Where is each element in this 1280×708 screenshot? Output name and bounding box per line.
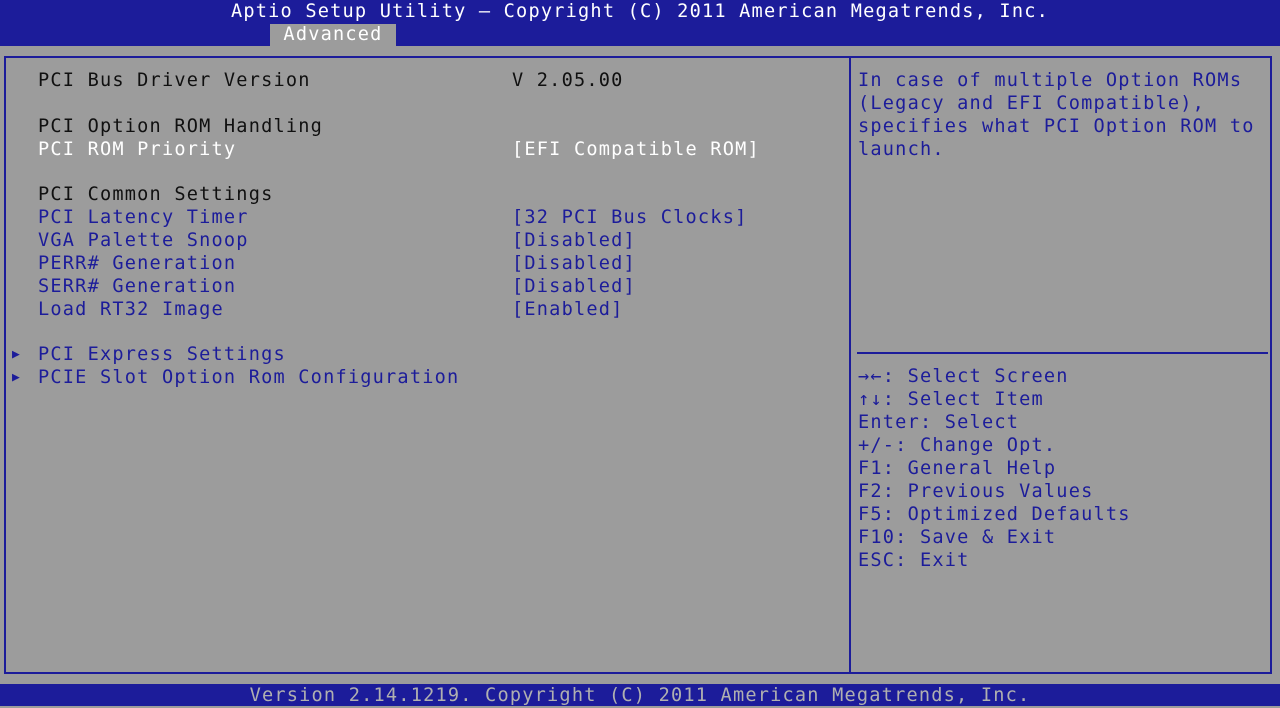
bus-driver-value: V 2.05.00 (512, 70, 624, 91)
header-bar: Aptio Setup Utility – Copyright (C) 2011… (0, 0, 1280, 46)
key-f2: F2: Previous Values (858, 481, 1094, 502)
rom-priority-row[interactable]: PCI ROM Priority [EFI Compatible ROM] (0, 138, 848, 161)
common-settings-heading: PCI Common Settings (38, 184, 274, 205)
app-title: Aptio Setup Utility – Copyright (C) 2011… (230, 1, 1050, 22)
serr-value[interactable]: [Disabled] (512, 275, 636, 298)
rom-handling-heading: PCI Option ROM Handling (38, 116, 324, 137)
vga-palette-value[interactable]: [Disabled] (512, 229, 636, 252)
latency-timer-value[interactable]: [32 PCI Bus Clocks] (512, 206, 748, 229)
triangle-right-icon: ▶ (12, 370, 22, 385)
key-f10: F10: Save & Exit (858, 527, 1057, 548)
rt32-label: Load RT32 Image (38, 299, 224, 320)
help-divider (857, 352, 1268, 354)
perr-value[interactable]: [Disabled] (512, 252, 636, 275)
triangle-right-icon: ▶ (12, 347, 22, 362)
rt32-row[interactable]: Load RT32 Image [Enabled] (0, 298, 848, 321)
common-heading-row: PCI Common Settings (0, 183, 848, 206)
serr-row[interactable]: SERR# Generation [Disabled] (0, 275, 848, 298)
perr-row[interactable]: PERR# Generation [Disabled] (0, 252, 848, 275)
rom-priority-label: PCI ROM Priority (38, 139, 237, 160)
rom-handling-heading-row: PCI Option ROM Handling (0, 115, 848, 138)
rt32-value[interactable]: [Enabled] (512, 298, 624, 321)
key-esc: ESC: Exit (858, 550, 970, 571)
latency-row[interactable]: PCI Latency Timer [32 PCI Bus Clocks] (0, 206, 848, 229)
tab-advanced[interactable]: Advanced (270, 24, 396, 46)
rom-priority-value[interactable]: [EFI Compatible ROM] (512, 138, 760, 161)
bus-driver-label: PCI Bus Driver Version (38, 70, 311, 91)
perr-label: PERR# Generation (38, 253, 237, 274)
key-enter: Enter: Select (858, 412, 1020, 433)
vga-row[interactable]: VGA Palette Snoop [Disabled] (0, 229, 848, 252)
submenu-pci-express[interactable]: ▶ PCI Express Settings (0, 343, 848, 366)
vga-palette-label: VGA Palette Snoop (38, 230, 249, 251)
bus-driver-row: PCI Bus Driver Version V 2.05.00 (0, 69, 848, 92)
key-f5: F5: Optimized Defaults (858, 504, 1131, 525)
key-select-item: ↑↓: Select Item (858, 389, 1044, 410)
vertical-divider (849, 56, 851, 674)
pcie-slot-label: PCIE Slot Option Rom Configuration (38, 367, 460, 388)
help-text: In case of multiple Option ROMs (Legacy … (858, 70, 1268, 160)
pci-express-label: PCI Express Settings (38, 344, 286, 365)
latency-timer-label: PCI Latency Timer (38, 207, 249, 228)
submenu-pcie-slot[interactable]: ▶ PCIE Slot Option Rom Configuration (0, 366, 848, 389)
key-change-opt: +/-: Change Opt. (858, 435, 1057, 456)
key-select-screen: →←: Select Screen (858, 366, 1069, 387)
key-f1: F1: General Help (858, 458, 1057, 479)
key-legend: →←: Select Screen ↑↓: Select Item Enter:… (858, 365, 1131, 572)
serr-label: SERR# Generation (38, 276, 237, 297)
footer-bar: Version 2.14.1219. Copyright (C) 2011 Am… (0, 684, 1280, 706)
